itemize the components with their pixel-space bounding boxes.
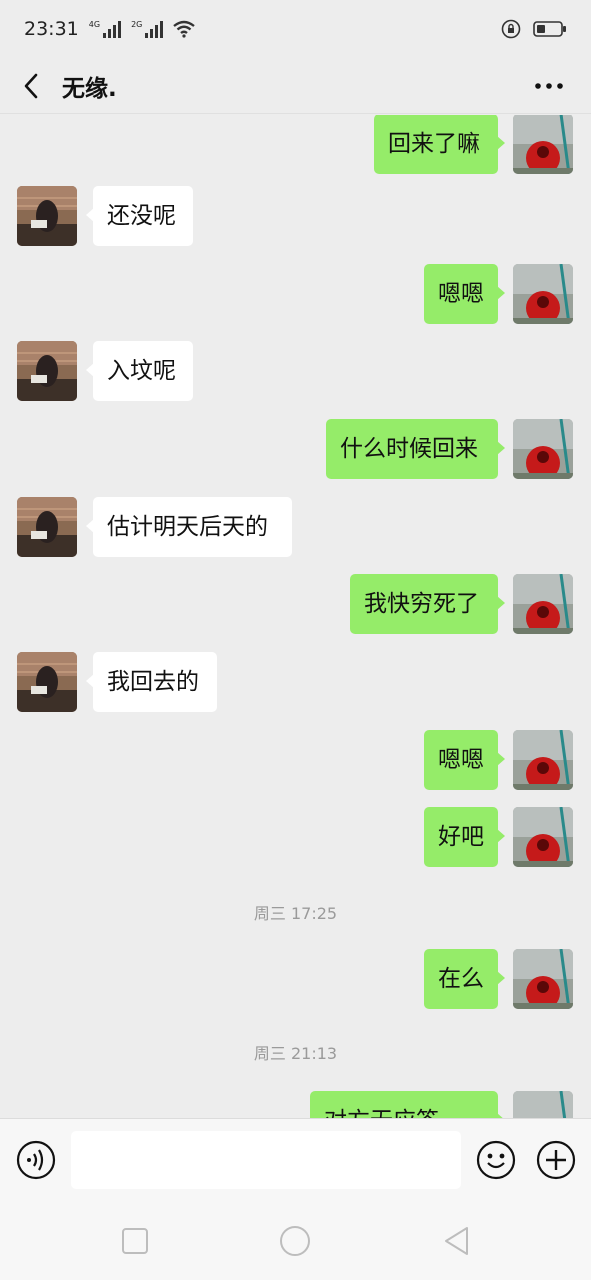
sent-message-row: 嗯嗯 xyxy=(0,264,591,324)
sent-message-row: 我快穷死了 xyxy=(0,574,591,634)
my-avatar[interactable] xyxy=(513,730,573,790)
circle-icon[interactable] xyxy=(278,1224,312,1258)
sent-message-row: 回来了嘛 xyxy=(0,115,591,174)
message-list[interactable]: 回来了嘛 还没呢 嗯嗯 入坟呢 什么时候回来 估计明天后天的 我快穷死了 我回去的 嗯嗯 好吧 周三… xyxy=(0,115,591,1118)
sent-message-row: 对方无应答 xyxy=(0,1091,591,1118)
friend-avatar[interactable] xyxy=(17,341,77,401)
message-bubble[interactable]: 我快穷死了 xyxy=(350,574,505,634)
received-message-row: 还没呢 xyxy=(0,186,591,246)
my-avatar[interactable] xyxy=(513,574,573,634)
more-button[interactable] xyxy=(531,68,567,104)
message-bubble[interactable]: 嗯嗯 xyxy=(424,730,505,790)
voice-icon[interactable] xyxy=(16,1140,56,1180)
rotation-lock-icon xyxy=(501,19,521,39)
friend-avatar[interactable] xyxy=(17,652,77,712)
chat-header: 无缘. xyxy=(0,58,591,114)
status-bar: 23:31 4G 2G xyxy=(0,0,591,58)
message-bubble[interactable]: 回来了嘛 xyxy=(374,115,505,174)
triangle-back-icon[interactable] xyxy=(440,1224,474,1258)
status-time: 23:31 xyxy=(24,18,79,40)
my-avatar[interactable] xyxy=(513,807,573,867)
message-bubble[interactable]: 估计明天后天的 xyxy=(86,497,292,557)
signal-2g-icon: 2G xyxy=(131,20,164,38)
message-bubble[interactable]: 好吧 xyxy=(424,807,505,867)
wifi-icon xyxy=(173,20,196,38)
timestamp: 周三 21:13 xyxy=(253,1044,338,1063)
received-message-row: 我回去的 xyxy=(0,652,591,712)
received-message-row: 估计明天后天的 xyxy=(0,497,591,557)
sent-message-row: 好吧 xyxy=(0,807,591,867)
plus-icon[interactable] xyxy=(536,1140,576,1180)
input-bar xyxy=(0,1118,591,1202)
timestamp: 周三 17:25 xyxy=(253,904,338,923)
emoji-icon[interactable] xyxy=(476,1140,516,1180)
message-bubble[interactable]: 嗯嗯 xyxy=(424,264,505,324)
chat-title: 无缘. xyxy=(62,75,117,102)
my-avatar[interactable] xyxy=(513,419,573,479)
more-dots-icon xyxy=(535,83,563,89)
my-avatar[interactable] xyxy=(513,264,573,324)
sent-message-row: 嗯嗯 xyxy=(0,730,591,790)
friend-avatar[interactable] xyxy=(17,186,77,246)
my-avatar[interactable] xyxy=(513,949,573,1009)
my-avatar[interactable] xyxy=(513,115,573,174)
message-bubble[interactable]: 还没呢 xyxy=(86,186,193,246)
system-nav-bar xyxy=(0,1202,591,1280)
back-button[interactable] xyxy=(0,58,62,114)
sent-message-row: 在么 xyxy=(0,949,591,1009)
message-bubble[interactable]: 对方无应答 xyxy=(310,1091,505,1118)
message-bubble[interactable]: 什么时候回来 xyxy=(326,419,505,479)
received-message-row: 入坟呢 xyxy=(0,341,591,401)
message-bubble[interactable]: 入坟呢 xyxy=(86,341,193,401)
square-icon[interactable] xyxy=(118,1224,152,1258)
my-avatar[interactable] xyxy=(513,1091,573,1118)
battery-icon xyxy=(533,21,566,37)
message-bubble[interactable]: 在么 xyxy=(424,949,505,1009)
friend-avatar[interactable] xyxy=(17,497,77,557)
sent-message-row: 什么时候回来 xyxy=(0,419,591,479)
message-bubble[interactable]: 我回去的 xyxy=(86,652,217,712)
back-icon xyxy=(24,73,38,98)
message-input[interactable] xyxy=(71,1131,461,1189)
signal-4g-icon: 4G xyxy=(89,20,122,38)
